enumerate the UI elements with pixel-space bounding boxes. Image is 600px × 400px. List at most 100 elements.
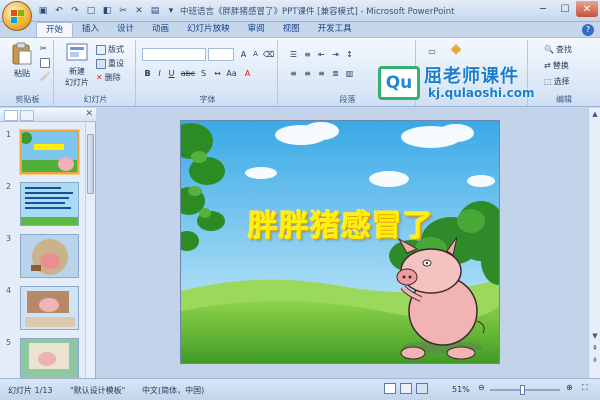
minimize-button[interactable]: ─ <box>532 1 554 17</box>
grow-font-icon[interactable]: A <box>238 49 249 60</box>
thumbnail-scrollbar[interactable] <box>85 122 95 378</box>
justify-icon[interactable]: ≣ <box>330 68 341 79</box>
previous-slide-icon[interactable]: ⇞ <box>590 344 600 354</box>
copy-button[interactable] <box>40 58 50 68</box>
strikethrough-button[interactable]: abc <box>180 68 196 79</box>
thumbnail-3-image <box>21 235 78 277</box>
font-name-combo[interactable] <box>142 48 206 61</box>
bullets-icon[interactable]: ☰ <box>288 49 299 60</box>
slide-thumbnail-1[interactable] <box>20 130 79 174</box>
shadow-button[interactable]: S <box>198 68 209 79</box>
font-size-combo[interactable] <box>208 48 234 61</box>
columns-icon[interactable]: ▥ <box>344 68 355 79</box>
language-indicator[interactable]: 中文(简体，中国) <box>142 385 204 396</box>
layout-button[interactable]: 版式 <box>96 44 124 55</box>
tab-design[interactable]: 设计 <box>108 22 143 38</box>
thumbnail-row[interactable]: 4 <box>0 284 86 334</box>
thumbnail-row[interactable]: 2 <box>0 180 86 230</box>
cut-button[interactable]: ✂ <box>40 44 47 53</box>
decrease-indent-icon[interactable]: ⇤ <box>316 49 327 60</box>
save-icon[interactable]: ▣ <box>36 4 50 18</box>
thumbnail-number: 2 <box>6 182 12 191</box>
view-buttons <box>384 383 428 394</box>
zoom-slider-handle[interactable] <box>520 385 525 395</box>
status-bar: 幻灯片 1/13 "默认设计模板" 中文(简体，中国) 51% ⊖ ⊕ ⛶ <box>0 378 600 400</box>
slides-group-label: 幻灯片 <box>83 95 108 104</box>
slide-thumbnail-2[interactable] <box>20 182 79 226</box>
thumbnail-row[interactable]: 3 <box>0 232 86 282</box>
char-spacing-icon[interactable]: ↔ <box>212 68 223 79</box>
zoom-in-icon[interactable]: ⊕ <box>566 383 573 392</box>
thumbnail-row[interactable]: 5 <box>0 336 86 378</box>
zoom-level[interactable]: 51% <box>452 385 470 394</box>
shrink-font-icon[interactable]: A <box>250 49 261 60</box>
editor-scrollbar[interactable]: ▲ ▼ ⇞ ⇟ <box>588 108 600 378</box>
underline-button[interactable]: U <box>166 68 177 79</box>
watermark-url: kj.qulaoshi.com <box>428 86 535 100</box>
align-center-icon[interactable]: ≡ <box>302 68 313 79</box>
slide-thumbnail-5[interactable] <box>20 338 79 378</box>
redo-icon[interactable]: ↷ <box>68 4 82 18</box>
thumbnail-number: 5 <box>6 338 12 347</box>
thumbnail-scroll-thumb[interactable] <box>87 134 94 194</box>
new-slide-button[interactable]: 新建 幻灯片 <box>60 42 94 88</box>
zoom-out-icon[interactable]: ⊖ <box>478 383 485 392</box>
slide-thumbnail-3[interactable] <box>20 234 79 278</box>
normal-view-icon[interactable] <box>384 383 396 394</box>
find-button[interactable]: 🔍 查找 <box>544 44 572 55</box>
slideshow-view-icon[interactable] <box>416 383 428 394</box>
open-icon[interactable]: ◧ <box>100 4 114 18</box>
tab-view[interactable]: 视图 <box>274 22 309 38</box>
tab-insert[interactable]: 插入 <box>73 22 108 38</box>
fit-to-window-icon[interactable]: ⛶ <box>582 383 588 393</box>
italic-button[interactable]: I <box>154 68 165 79</box>
increase-indent-icon[interactable]: ⇥ <box>330 49 341 60</box>
close-pane-icon[interactable]: ✕ <box>85 109 93 119</box>
tab-developer[interactable]: 开发工具 <box>309 22 361 38</box>
delete-button[interactable]: ✕ 删除 <box>96 72 121 83</box>
close-doc-icon[interactable]: ✕ <box>132 4 146 18</box>
tab-animations[interactable]: 动画 <box>143 22 178 38</box>
tab-review[interactable]: 审阅 <box>239 22 274 38</box>
thumbnail-row[interactable]: 1 <box>0 128 86 178</box>
watermark: Qu 屈老师课件 kj.qulaoshi.com <box>378 60 558 106</box>
new-file-icon[interactable]: □ <box>84 4 98 18</box>
reset-button[interactable]: 重设 <box>96 58 124 69</box>
zoom-slider[interactable] <box>490 385 560 395</box>
office-button[interactable] <box>2 1 32 31</box>
reset-label: 重设 <box>108 59 124 68</box>
cut-icon[interactable]: ✂ <box>116 4 130 18</box>
format-painter-button[interactable]: 🖌 <box>40 72 50 81</box>
maximize-button[interactable]: ☐ <box>554 1 576 17</box>
slides-pane: ✕ 1 2 3 4 5 <box>0 108 96 378</box>
paste-button[interactable]: 粘贴 <box>8 42 36 79</box>
current-slide[interactable]: 胖胖猪感冒了 <box>180 120 500 364</box>
slide-title[interactable]: 胖胖猪感冒了 <box>181 201 499 245</box>
tab-home[interactable]: 开始 <box>36 22 74 38</box>
thumbnail-1-image <box>22 132 77 172</box>
undo-icon[interactable]: ↶ <box>52 4 66 18</box>
numbering-icon[interactable]: ≡ <box>302 49 313 60</box>
layout-icon <box>96 44 106 55</box>
next-slide-icon[interactable]: ⇟ <box>590 356 600 366</box>
font-color-icon[interactable]: A <box>242 68 253 79</box>
align-right-icon[interactable]: ≡ <box>316 68 327 79</box>
bold-button[interactable]: B <box>142 68 153 79</box>
watermark-title: 屈老师课件 <box>424 66 519 87</box>
slide-thumbnail-4[interactable] <box>20 286 79 330</box>
close-button[interactable]: ✕ <box>576 1 598 17</box>
scroll-down-icon[interactable]: ▼ <box>590 332 600 342</box>
help-icon[interactable]: ? <box>582 24 594 36</box>
line-spacing-icon[interactable]: ↕ <box>344 49 355 60</box>
change-case-icon[interactable]: Aa <box>226 68 237 79</box>
customize-qat-icon[interactable]: ▾ <box>164 4 178 18</box>
align-left-icon[interactable]: ≡ <box>288 68 299 79</box>
tab-slideshow[interactable]: 幻灯片放映 <box>178 22 239 38</box>
tab-slides-thumbnails[interactable] <box>4 110 18 121</box>
pane-tabs: ✕ <box>0 108 96 122</box>
clear-format-icon[interactable]: ⌫ <box>263 49 274 60</box>
slide-sorter-icon[interactable] <box>400 383 412 394</box>
tab-outline[interactable] <box>20 110 34 121</box>
scroll-up-icon[interactable]: ▲ <box>590 110 600 120</box>
print-icon[interactable]: ▤ <box>148 4 162 18</box>
